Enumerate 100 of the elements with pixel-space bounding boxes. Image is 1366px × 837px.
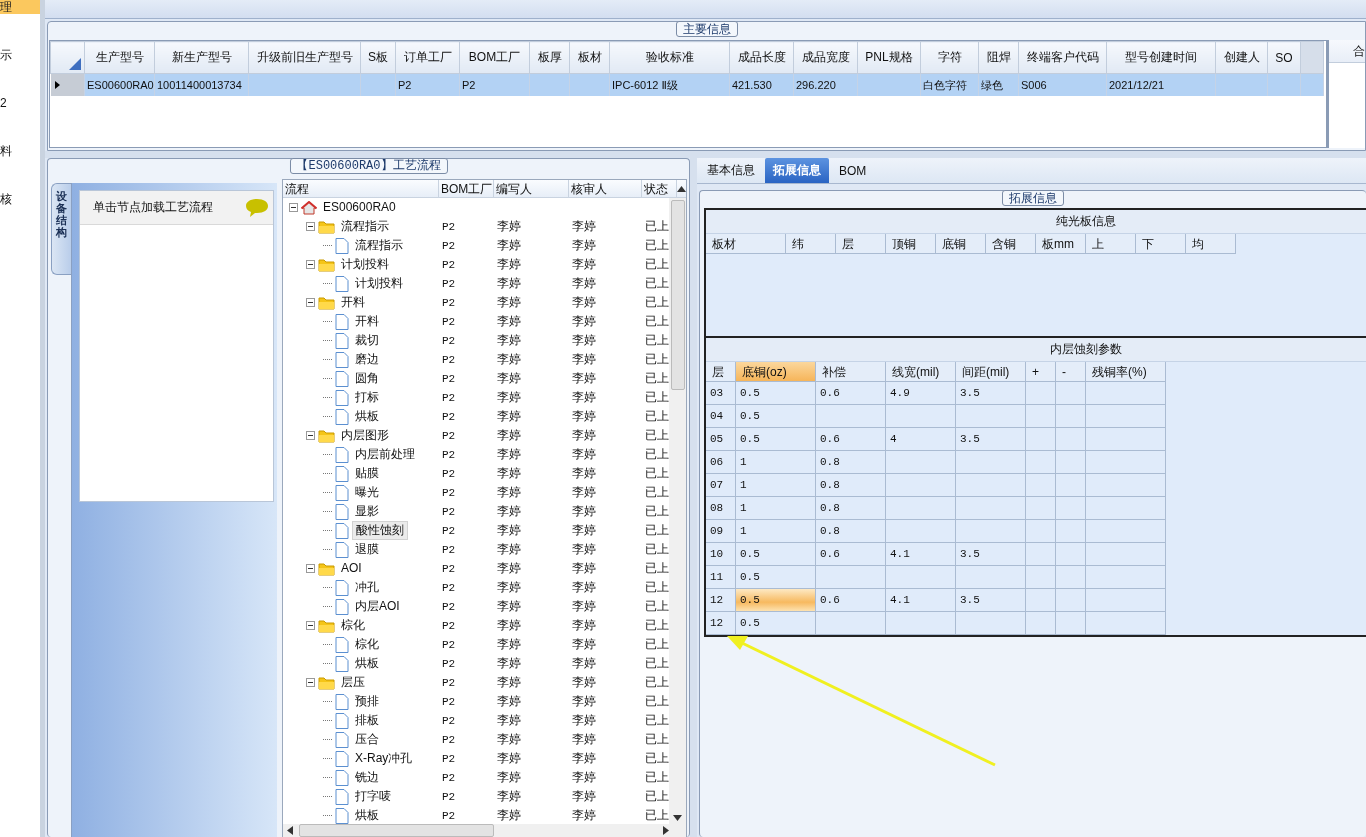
vertical-tab[interactable]: 设备结构 [51,183,71,275]
tree-node[interactable]: 退膜 [352,541,382,558]
tree-node[interactable]: 内层AOI [352,598,403,615]
column-header[interactable]: 底铜 [936,234,986,254]
collapse-toggle-icon[interactable] [306,621,315,630]
column-header[interactable]: 型号创建时间 [1106,41,1216,74]
column-header[interactable]: 核审人 [569,180,642,197]
row-indicator[interactable] [50,73,85,96]
column-header[interactable]: 阻焊 [978,41,1019,74]
column-header[interactable]: - [1056,362,1086,382]
collapse-toggle-icon[interactable] [306,564,315,573]
tree-node[interactable]: 打字唛 [352,788,394,805]
side-menu-item[interactable]: 示 [0,48,40,62]
side-menu-item[interactable]: 理 [0,0,40,14]
collapse-toggle-icon[interactable] [306,260,315,269]
column-header[interactable]: 纬 [786,234,836,254]
collapse-toggle-icon[interactable] [289,203,298,212]
collapse-toggle-icon[interactable] [306,298,315,307]
tree-node[interactable]: 曝光 [352,484,382,501]
scrollbar-thumb[interactable] [671,200,685,390]
column-header[interactable]: 板材 [569,41,610,74]
column-header[interactable]: 订单工厂 [395,41,460,74]
column-header[interactable]: 补偿 [816,362,886,382]
collapse-toggle-icon[interactable] [306,678,315,687]
column-header[interactable]: 底铜(oz) [736,362,816,382]
column-header[interactable]: 层 [706,362,736,382]
tree-node[interactable]: 压合 [352,731,382,748]
column-header[interactable]: 均 [1186,234,1236,254]
column-header[interactable]: 状态 [642,180,677,197]
tree-node[interactable]: 酸性蚀刻 [352,521,408,540]
column-header[interactable]: BOM工厂 [439,180,494,197]
tree-node[interactable]: 预排 [352,693,382,710]
column-header[interactable]: 验收标准 [609,41,730,74]
column-header[interactable]: BOM工厂 [459,41,530,74]
tree-node[interactable]: 内层图形 [338,427,392,444]
column-header[interactable]: 板厚 [529,41,570,74]
tab[interactable]: 基本信息 [699,158,763,183]
tree-node[interactable]: 计划投料 [338,256,392,273]
tree-node[interactable]: 贴膜 [352,465,382,482]
column-header[interactable]: 层 [836,234,886,254]
tree-node[interactable]: 铣边 [352,769,382,786]
tree-node[interactable]: 层压 [338,674,368,691]
column-header[interactable]: S板 [360,41,396,74]
tree-node[interactable]: 冲孔 [352,579,382,596]
column-header[interactable]: + [1026,362,1056,382]
column-header[interactable]: 创建人 [1215,41,1268,74]
tree-node[interactable]: 开料 [338,294,368,311]
column-header[interactable]: 流程 [283,180,439,197]
column-header[interactable]: PNL规格 [857,41,921,74]
column-header[interactable]: 生产型号 [84,41,155,74]
column-header[interactable]: 线宽(mil) [886,362,956,382]
scroll-right-icon[interactable] [663,826,669,835]
tree-node[interactable]: 排板 [352,712,382,729]
tree-node[interactable]: 烘板 [352,807,382,824]
column-header[interactable]: 升级前旧生产型号 [248,41,361,74]
scroll-left-icon[interactable] [287,826,293,835]
side-menu-item[interactable]: 2 [0,96,40,110]
tree-node[interactable]: 棕化 [352,636,382,653]
column-header[interactable]: 上 [1086,234,1136,254]
column-header[interactable]: 含铜 [986,234,1036,254]
column-header[interactable]: 间距(mil) [956,362,1026,382]
tree-node[interactable]: 棕化 [338,617,368,634]
column-header[interactable]: 成品宽度 [793,41,858,74]
column-header[interactable]: 字符 [920,41,979,74]
side-menu-item[interactable]: 核 [0,192,40,206]
tree-node[interactable]: 圆角 [352,370,382,387]
scroll-up-icon[interactable] [677,185,686,192]
tree-node[interactable]: 烘板 [352,408,382,425]
tree-node[interactable]: 显影 [352,503,382,520]
column-header[interactable]: 成品长度 [729,41,794,74]
column-header[interactable]: 顶铜 [886,234,936,254]
tree-node[interactable]: 打标 [352,389,382,406]
column-header[interactable]: 终端客户代码 [1018,41,1107,74]
column-header[interactable]: 残铜率(%) [1086,362,1166,382]
scrollbar-thumb[interactable] [299,824,494,837]
tab[interactable]: BOM [831,158,875,183]
collapse-toggle-icon[interactable] [306,431,315,440]
tree-node[interactable]: 计划投料 [352,275,406,292]
collapse-toggle-icon[interactable] [306,222,315,231]
tree-node[interactable]: 内层前处理 [352,446,418,463]
tree-node[interactable]: ES00600RA0 [320,199,399,216]
scroll-down-icon[interactable] [673,815,682,821]
tree-node[interactable]: AOI [338,560,365,577]
tab[interactable]: 拓展信息 [765,158,829,183]
tree-node[interactable]: 流程指示 [338,218,392,235]
tree-node[interactable]: 磨边 [352,351,382,368]
tree-node[interactable]: 开料 [352,313,382,330]
tree-node[interactable]: 烘板 [352,655,382,672]
tree-node[interactable]: 裁切 [352,332,382,349]
column-header[interactable]: 下 [1136,234,1186,254]
column-header[interactable]: 新生产型号 [154,41,249,74]
column-header[interactable]: 编写人 [494,180,569,197]
column-header[interactable]: SO [1267,41,1301,74]
selected-cell[interactable]: 0.5 [736,589,816,612]
tree-node[interactable]: X-Ray冲孔 [352,750,416,767]
column-header[interactable]: 板材 [706,234,786,254]
table-cell: 已上 [645,693,669,710]
side-menu-item[interactable]: 料 [0,144,40,158]
column-header[interactable]: 板mm [1036,234,1086,254]
tree-node[interactable]: 流程指示 [352,237,406,254]
